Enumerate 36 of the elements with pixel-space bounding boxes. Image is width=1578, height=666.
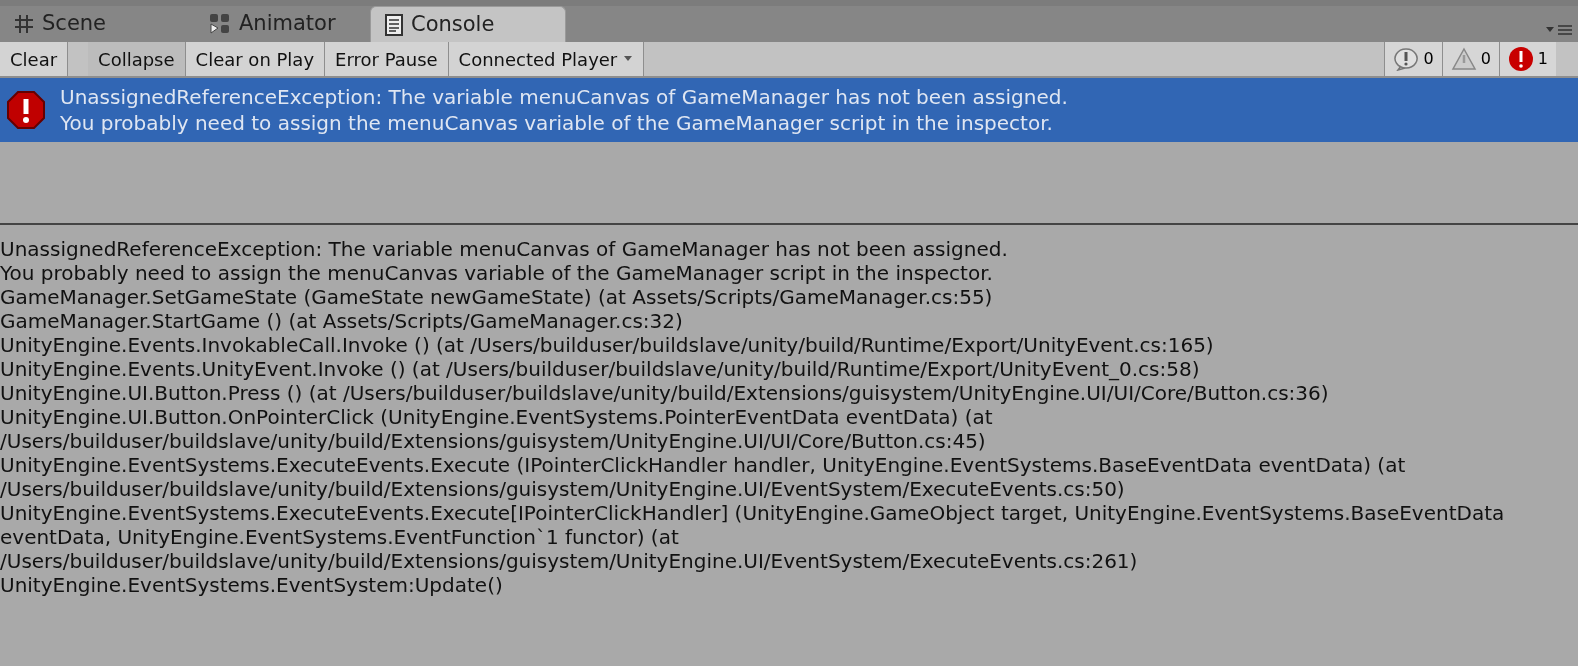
stack-trace-line: UnityEngine.UI.Button.OnPointerClick (UnityEngine.EventSystems.PointerEventData eventData) (at bbox=[0, 405, 994, 429]
tab[interactable]: Console bbox=[370, 6, 566, 42]
player-dropdown[interactable]: Connected Player bbox=[448, 42, 645, 76]
stack-trace-line: You probably need to assign the menuCanvas variable of the GameManager script in the inspector. bbox=[0, 261, 994, 285]
clear-button[interactable]: Clear bbox=[0, 42, 69, 76]
stack-trace-line: UnityEngine.EventSystems.EventSystem:Update() bbox=[0, 573, 504, 597]
log-message: UnassignedReferenceException: The variable menuCanvas of GameManager has not been assigned. You probably need to assign the menuCanvas variable of the GameManager script in the inspector. bbox=[60, 84, 1068, 136]
warning-icon bbox=[1450, 47, 1477, 71]
error-icon bbox=[1507, 46, 1534, 72]
stack-trace-line: UnassignedReferenceException: The variable menuCanvas of GameManager has not been assigned. bbox=[0, 237, 1009, 261]
log-entry[interactable]: UnassignedReferenceException: The variable menuCanvas of GameManager has not been assigned. You probably need to assign the menuCanvas variable of the GameManager script in the inspector. bbox=[0, 78, 1578, 142]
toggle-button[interactable]: Collapse bbox=[88, 42, 186, 76]
nodes-icon bbox=[209, 13, 231, 35]
warning-filter-toggle[interactable]: 0 bbox=[1441, 42, 1499, 76]
error-filter-toggle[interactable]: 1 bbox=[1498, 42, 1556, 76]
stack-trace-line: UnityEngine.UI.Button.Press () (at /Users/builduser/buildslave/unity/build/Extensions/guisystem/UnityEngine.UI/UI/Core/Button.cs:36) bbox=[0, 381, 1330, 405]
document-icon bbox=[385, 13, 403, 36]
stack-trace-line: eventData, UnityEngine.EventSystems.EventFunction`1 functor) (at bbox=[0, 525, 680, 549]
tab[interactable]: Animator bbox=[195, 6, 370, 42]
stack-trace-line: /Users/builduser/buildslave/unity/build/Extensions/guisystem/UnityEngine.UI/UI/Core/Button.cs:45) bbox=[0, 429, 987, 453]
info-filter-toggle[interactable]: 0 bbox=[1384, 42, 1442, 76]
grid-icon bbox=[14, 14, 34, 34]
stack-trace-line: GameManager.StartGame () (at Assets/Scripts/GameManager.cs:32) bbox=[0, 309, 684, 333]
info-icon bbox=[1393, 47, 1420, 71]
error-icon bbox=[6, 90, 46, 130]
stack-trace-line: GameManager.SetGameState (GameState newGameState) (at Assets/Scripts/GameManager.cs:55) bbox=[0, 285, 994, 309]
stack-trace-line: /Users/builduser/buildslave/unity/build/Extensions/guisystem/UnityEngine.UI/EventSystem/ExecuteEvents.cs:261) bbox=[0, 549, 1139, 573]
stack-trace-line: UnityEngine.Events.UnityEvent.Invoke () (at /Users/builduser/buildslave/unity/build/Runtime/Export/UnityEvent_0.cs:58) bbox=[0, 357, 1201, 381]
stack-trace-line: UnityEngine.Events.InvokableCall.Invoke () (at /Users/builduser/buildslave/unity/build/Runtime/Export/UnityEvent.cs:165) bbox=[0, 333, 1215, 357]
stack-trace-line: /Users/builduser/buildslave/unity/build/Extensions/guisystem/UnityEngine.UI/EventSystem/ExecuteEvents.cs:50) bbox=[0, 477, 1126, 501]
stack-trace-line: UnityEngine.EventSystems.ExecuteEvents.Execute (IPointerClickHandler handler, UnityEngine.EventSystems.BaseEventData eventData) (at bbox=[0, 453, 1407, 477]
stack-trace-line: UnityEngine.EventSystems.ExecuteEvents.Execute[IPointerClickHandler] (UnityEngine.GameObject target, UnityEngine.EventSystems.BaseEventData bbox=[0, 501, 1506, 525]
toggle-button[interactable]: Error Pause bbox=[325, 42, 449, 76]
tab[interactable]: Scene bbox=[0, 6, 175, 42]
toggle-button[interactable]: Clear on Play bbox=[185, 42, 326, 76]
caret-icon bbox=[623, 55, 634, 63]
